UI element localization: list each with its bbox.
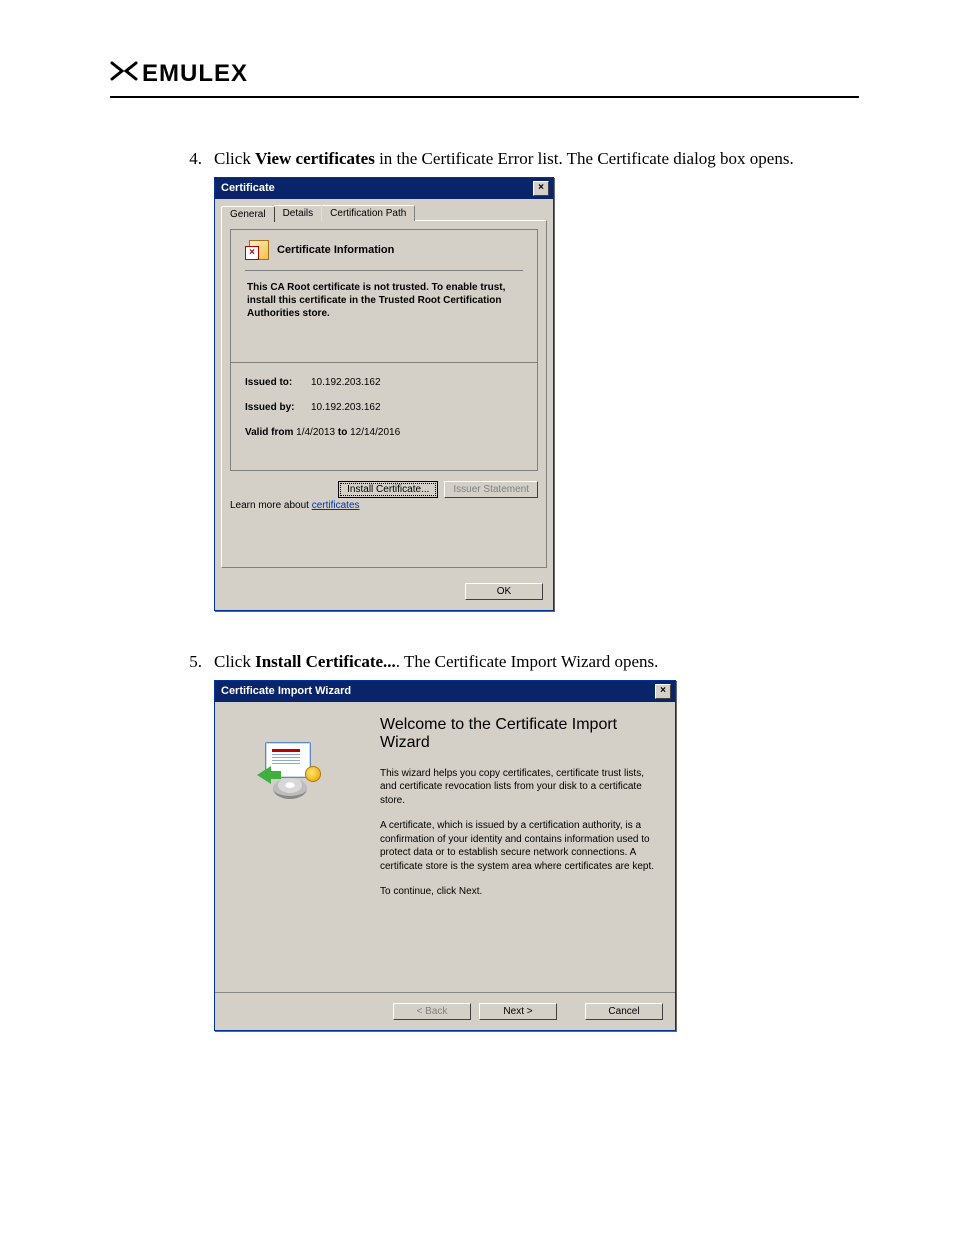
- step-4-number: 4.: [110, 148, 214, 171]
- step-5: 5. Click Install Certificate.... The Cer…: [110, 651, 859, 674]
- certificate-tab-body: × Certificate Information This CA Root c…: [221, 220, 547, 568]
- next-button[interactable]: Next >: [479, 1003, 557, 1020]
- brand-logo: EMULEX: [110, 60, 859, 88]
- certificate-import-wizard-dialog: Certificate Import Wizard × Welcome to t…: [214, 680, 676, 1031]
- certificate-dialog: Certificate × General Details Certificat…: [214, 177, 554, 611]
- wizard-title: Certificate Import Wizard: [221, 685, 351, 697]
- certificate-import-icon: [255, 738, 325, 798]
- step-4-text: Click View certificates in the Certifica…: [214, 148, 859, 171]
- wizard-heading: Welcome to the Certificate Import Wizard: [380, 716, 655, 753]
- close-icon[interactable]: ×: [533, 181, 549, 196]
- wizard-titlebar[interactable]: Certificate Import Wizard ×: [215, 681, 675, 702]
- step-4: 4. Click View certificates in the Certif…: [110, 148, 859, 171]
- certificate-info-heading: Certificate Information: [277, 244, 394, 256]
- brand-logo-mark: [110, 61, 138, 87]
- brand-logo-text: EMULEX: [142, 60, 248, 88]
- learn-more-link[interactable]: certificates: [312, 500, 360, 511]
- wizard-paragraph-3: To continue, click Next.: [380, 885, 655, 899]
- step-5-text: Click Install Certificate.... The Certif…: [214, 651, 859, 674]
- step-5-number: 5.: [110, 651, 214, 674]
- certificate-untrusted-text: This CA Root certificate is not trusted.…: [245, 271, 523, 322]
- certificate-dialog-titlebar[interactable]: Certificate ×: [215, 178, 553, 199]
- cancel-button[interactable]: Cancel: [585, 1003, 663, 1020]
- back-button[interactable]: < Back: [393, 1003, 471, 1020]
- tab-details[interactable]: Details: [274, 205, 323, 221]
- issued-by-label: Issued by:: [245, 402, 311, 413]
- wizard-content: Welcome to the Certificate Import Wizard…: [366, 702, 675, 992]
- close-icon[interactable]: ×: [655, 684, 671, 699]
- tab-certification-path[interactable]: Certification Path: [321, 205, 415, 221]
- certificate-tabs: General Details Certification Path: [215, 199, 553, 221]
- tab-general[interactable]: General: [221, 206, 275, 222]
- issued-to-label: Issued to:: [245, 377, 311, 388]
- valid-range: Valid from 1/4/2013 to 12/14/2016: [245, 427, 523, 438]
- issuer-statement-button[interactable]: Issuer Statement: [444, 481, 538, 498]
- page-header: EMULEX: [110, 60, 859, 98]
- issued-by-value: 10.192.203.162: [311, 402, 381, 413]
- certificate-dialog-title: Certificate: [221, 182, 275, 194]
- install-certificate-button[interactable]: Install Certificate...: [338, 481, 438, 498]
- issued-to-value: 10.192.203.162: [311, 377, 381, 388]
- wizard-paragraph-2: A certificate, which is issued by a cert…: [380, 819, 655, 873]
- wizard-paragraph-1: This wizard helps you copy certificates,…: [380, 767, 655, 808]
- certificate-warning-icon: ×: [245, 240, 269, 260]
- learn-more: Learn more about certificates: [230, 500, 538, 511]
- ok-button[interactable]: OK: [465, 583, 543, 600]
- wizard-side-graphic: [215, 702, 366, 992]
